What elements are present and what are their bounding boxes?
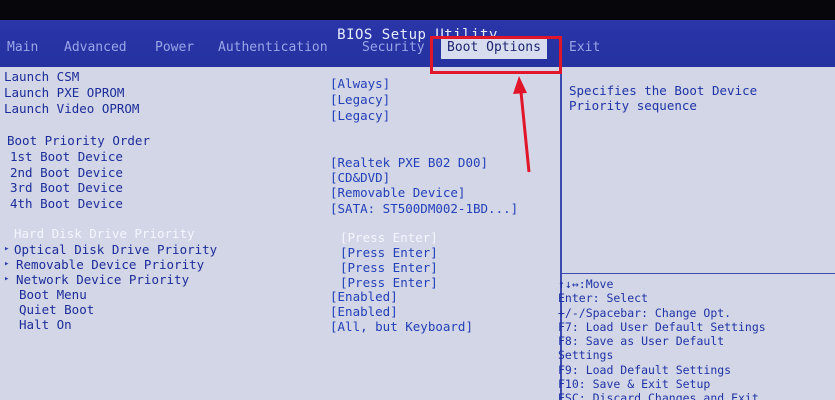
red-arrow-icon: [513, 76, 531, 173]
bios-screen: BIOS Setup Utility Main Advanced Power A…: [0, 0, 835, 400]
